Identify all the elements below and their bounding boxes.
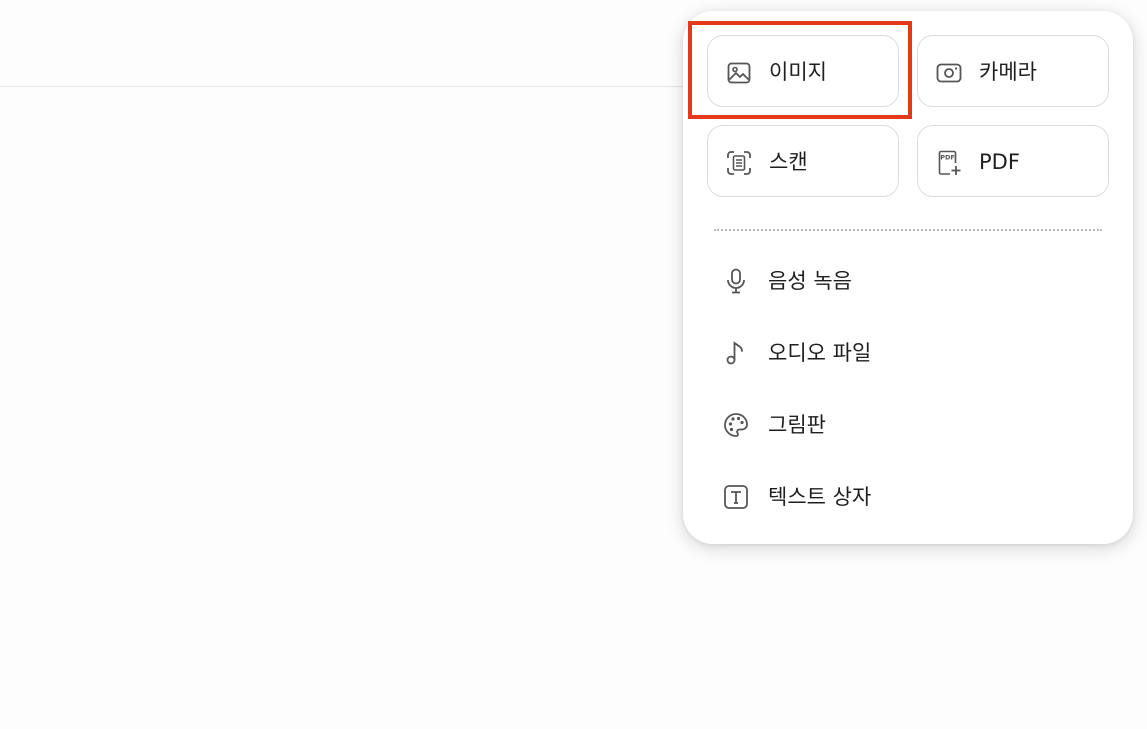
page: 이미지 카메라 스캔 PDF PDF 음성 녹음 오디오 파일 그림판 텍스트 … (0, 0, 1147, 729)
voice-recording-item[interactable]: 음성 녹음 (707, 253, 1107, 309)
svg-text:PDF: PDF (940, 154, 955, 162)
image-button[interactable]: 이미지 (707, 35, 899, 107)
palette-icon (723, 412, 749, 438)
scan-button-label: 스캔 (769, 150, 808, 174)
image-button-label: 이미지 (769, 60, 827, 84)
text-box-label: 텍스트 상자 (768, 485, 872, 509)
camera-button-label: 카메라 (979, 60, 1037, 84)
image-icon (726, 60, 752, 86)
drawing-label: 그림판 (768, 413, 826, 437)
music-note-icon (723, 340, 749, 366)
camera-button[interactable]: 카메라 (917, 35, 1109, 107)
audio-file-item[interactable]: 오디오 파일 (707, 325, 1107, 381)
scan-icon (726, 150, 752, 176)
pdf-button-label: PDF (979, 150, 1020, 174)
text-box-item[interactable]: 텍스트 상자 (707, 469, 1107, 525)
toolbar-divider (0, 86, 684, 87)
insert-menu-popup: 이미지 카메라 스캔 PDF PDF 음성 녹음 오디오 파일 그림판 텍스트 … (683, 11, 1133, 544)
scan-button[interactable]: 스캔 (707, 125, 899, 197)
pdf-add-icon: PDF (936, 150, 962, 176)
microphone-icon (723, 268, 749, 294)
audio-file-label: 오디오 파일 (768, 341, 872, 365)
menu-separator (714, 229, 1102, 231)
drawing-item[interactable]: 그림판 (707, 397, 1107, 453)
camera-icon (936, 60, 962, 86)
pdf-button[interactable]: PDF PDF (917, 125, 1109, 197)
voice-recording-label: 음성 녹음 (768, 269, 852, 293)
text-box-icon (723, 484, 749, 510)
